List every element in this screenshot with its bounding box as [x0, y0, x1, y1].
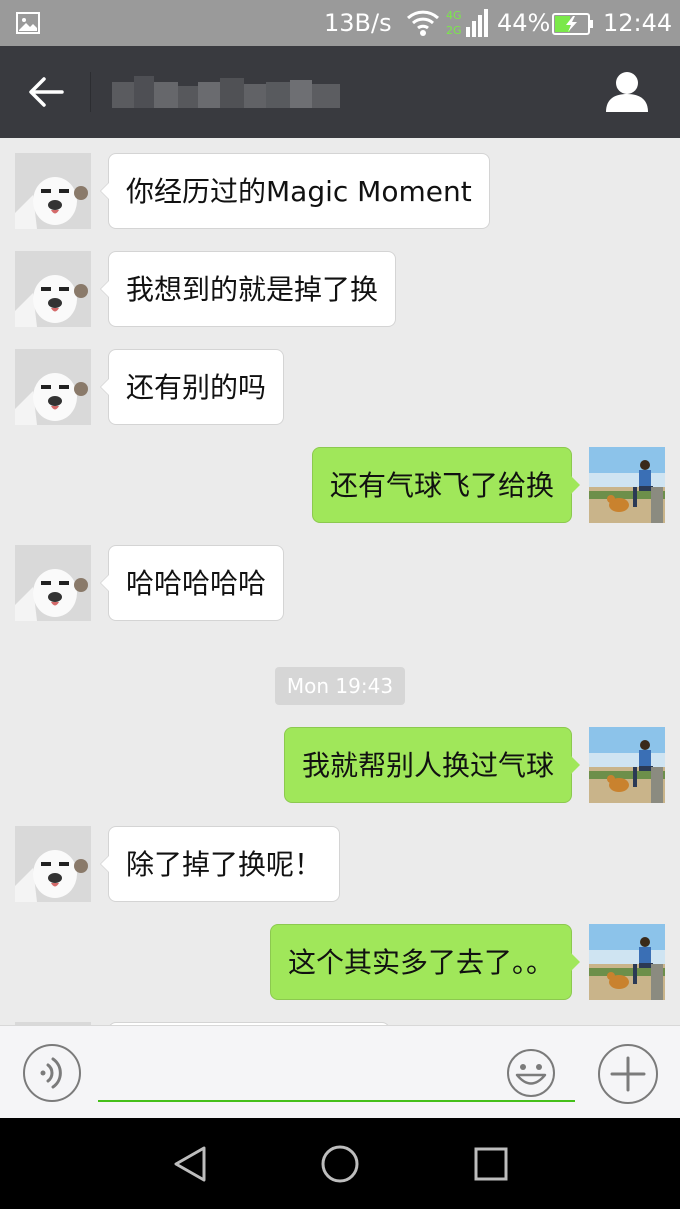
- my-avatar[interactable]: [589, 924, 665, 1000]
- message-bubble[interactable]: 除了掉了换呢！: [99, 826, 341, 902]
- pixelated-name-mask: [112, 76, 340, 108]
- signal-label-4g: 4G: [446, 9, 462, 22]
- message-bubble[interactable]: 你经历过的Magic Moment: [100, 153, 490, 229]
- cellular-signal-icon: 4G 2G: [446, 9, 488, 37]
- message-bubble[interactable]: 这个其实多了去了。。: [269, 924, 581, 1000]
- my-avatar[interactable]: [589, 727, 665, 803]
- chat-header: [0, 46, 680, 138]
- message-list[interactable]: 你经历过的Magic Moment 我想到的就是掉了换 还有别的吗 还有气球飞了…: [0, 138, 680, 1025]
- message-bubble[interactable]: 哈哈哈哈哈: [99, 545, 285, 621]
- nav-back-icon[interactable]: [170, 1144, 210, 1184]
- network-speed: 13B/s: [324, 9, 392, 37]
- message-bubble[interactable]: 还有别的吗: [99, 349, 285, 425]
- contact-avatar[interactable]: [15, 349, 91, 425]
- time-divider: Mon 19:43: [275, 667, 405, 705]
- contact-avatar[interactable]: [15, 545, 91, 621]
- plus-icon[interactable]: [597, 1043, 659, 1105]
- voice-icon[interactable]: [22, 1043, 82, 1103]
- person-icon[interactable]: [604, 70, 650, 114]
- battery-percent: 44%: [497, 9, 551, 37]
- emoji-icon[interactable]: [506, 1048, 556, 1098]
- nav-recents-icon[interactable]: [471, 1144, 511, 1184]
- gallery-notification-icon: [16, 12, 40, 34]
- signal-label-2g: 2G: [446, 24, 462, 37]
- message-bubble[interactable]: 还有气球飞了给换: [311, 447, 581, 523]
- system-nav-bar: [0, 1118, 680, 1209]
- my-avatar[interactable]: [589, 447, 665, 523]
- message-bubble[interactable]: 我想到的就是掉了换: [99, 251, 397, 327]
- message-input[interactable]: [98, 1048, 575, 1102]
- header-divider: [90, 72, 91, 112]
- message-bubble[interactable]: 我就帮别人换过气球: [283, 727, 581, 803]
- nav-home-icon[interactable]: [320, 1144, 360, 1184]
- battery-charging-icon: [552, 13, 593, 35]
- wifi-icon: [406, 10, 440, 36]
- contact-avatar[interactable]: [15, 826, 91, 902]
- chat-title: [112, 68, 342, 116]
- contact-avatar[interactable]: [15, 251, 91, 327]
- input-bar: [0, 1025, 680, 1118]
- arrow-left-icon[interactable]: [26, 74, 66, 110]
- contact-avatar[interactable]: [15, 153, 91, 229]
- status-bar: 13B/s 4G 2G 44% 12:44: [0, 0, 680, 46]
- clock-time: 12:44: [603, 9, 673, 37]
